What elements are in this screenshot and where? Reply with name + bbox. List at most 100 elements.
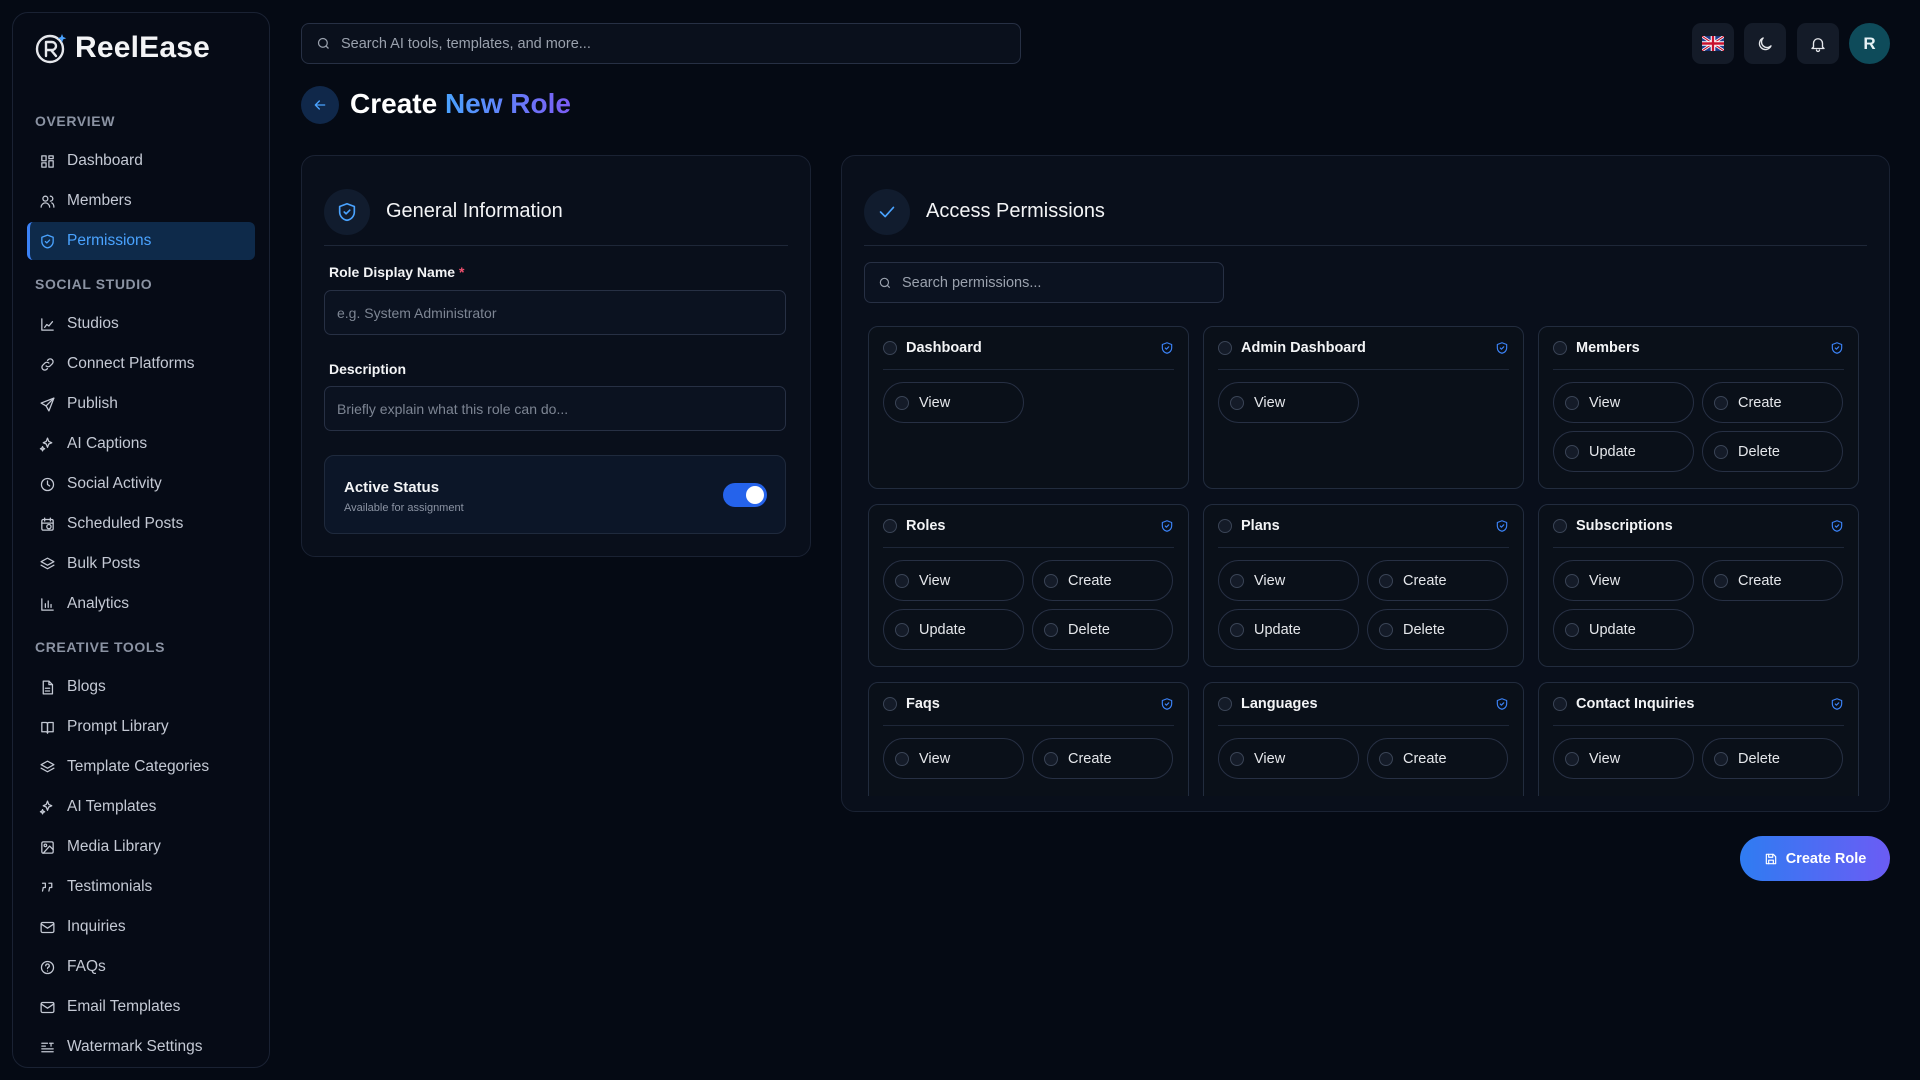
permission-group-name: Admin Dashboard	[1241, 340, 1366, 356]
permission-radio[interactable]	[1379, 751, 1393, 766]
access-permissions-header: Access Permissions	[864, 178, 1867, 246]
permission-faqs-create[interactable]: Create	[1032, 738, 1173, 779]
permission-radio[interactable]	[1230, 395, 1244, 410]
image-icon	[41, 840, 54, 854]
permission-radio[interactable]	[1714, 751, 1728, 766]
permission-group-name: Dashboard	[906, 340, 982, 356]
moon-icon	[1758, 36, 1772, 50]
permission-radio[interactable]	[1714, 573, 1728, 588]
group-select-radio[interactable]	[883, 341, 897, 355]
language-button[interactable]	[1692, 23, 1734, 64]
permission-plans-create[interactable]: Create	[1367, 560, 1508, 601]
permission-radio[interactable]	[895, 573, 909, 588]
permission-languages-view[interactable]: View	[1218, 738, 1359, 779]
permission-contact-inquiries-view[interactable]: View	[1553, 738, 1694, 779]
group-select-radio[interactable]	[1218, 519, 1232, 533]
description-input[interactable]	[324, 386, 786, 431]
permission-radio[interactable]	[1044, 751, 1058, 766]
permission-plans-view[interactable]: View	[1218, 560, 1359, 601]
permission-radio[interactable]	[895, 395, 909, 410]
permission-roles-view[interactable]: View	[883, 560, 1024, 601]
permission-radio[interactable]	[1230, 573, 1244, 588]
permission-faqs-view[interactable]: View	[883, 738, 1024, 779]
permission-plans-update[interactable]: Update	[1218, 609, 1359, 650]
check-icon	[879, 206, 895, 217]
sidebar-item-dashboard[interactable]: Dashboard	[27, 142, 255, 180]
group-select-radio[interactable]	[1553, 519, 1567, 533]
sidebar-item-email-templates[interactable]: Email Templates	[27, 988, 255, 1026]
permission-radio[interactable]	[1230, 622, 1244, 637]
sidebar-item-analytics[interactable]: Analytics	[27, 585, 255, 623]
sidebar-item-studios[interactable]: Studios	[27, 305, 255, 343]
permission-radio[interactable]	[1379, 622, 1393, 637]
permission-roles-delete[interactable]: Delete	[1032, 609, 1173, 650]
permission-subscriptions-update[interactable]: Update	[1553, 609, 1694, 650]
sidebar-item-ai-captions[interactable]: AI Captions	[27, 425, 255, 463]
permission-roles-update[interactable]: Update	[883, 609, 1024, 650]
sidebar-item-label: Dashboard	[67, 152, 143, 169]
permission-admin-dashboard-view[interactable]: View	[1218, 382, 1359, 423]
permission-radio[interactable]	[1565, 395, 1579, 410]
permission-subscriptions-create[interactable]: Create	[1702, 560, 1843, 601]
notifications-button[interactable]	[1797, 23, 1839, 64]
permission-dashboard-view[interactable]: View	[883, 382, 1024, 423]
active-status-toggle[interactable]	[723, 483, 767, 507]
group-select-radio[interactable]	[883, 519, 897, 533]
permission-radio[interactable]	[1565, 622, 1579, 637]
theme-toggle-button[interactable]	[1744, 23, 1786, 64]
sidebar-item-inquiries[interactable]: Inquiries	[27, 908, 255, 946]
group-select-radio[interactable]	[1553, 341, 1567, 355]
permission-subscriptions-view[interactable]: View	[1553, 560, 1694, 601]
permission-radio[interactable]	[1714, 395, 1728, 410]
permission-radio[interactable]	[1565, 751, 1579, 766]
permission-members-update[interactable]: Update	[1553, 431, 1694, 472]
sidebar-item-members[interactable]: Members	[27, 182, 255, 220]
sidebar-item-faqs[interactable]: FAQs	[27, 948, 255, 986]
back-button[interactable]	[301, 86, 339, 124]
permissions-search[interactable]	[864, 262, 1224, 303]
sidebar-item-scheduled-posts[interactable]: Scheduled Posts	[27, 505, 255, 543]
permission-members-delete[interactable]: Delete	[1702, 431, 1843, 472]
sidebar-item-blogs[interactable]: Blogs	[27, 668, 255, 706]
permission-radio[interactable]	[895, 751, 909, 766]
sidebar-item-watermark-settings[interactable]: Watermark Settings	[27, 1028, 255, 1066]
permission-radio[interactable]	[1565, 573, 1579, 588]
permissions-search-input[interactable]	[902, 274, 1222, 291]
group-select-radio[interactable]	[1218, 697, 1232, 711]
sidebar-item-connect-platforms[interactable]: Connect Platforms	[27, 345, 255, 383]
permission-roles-create[interactable]: Create	[1032, 560, 1173, 601]
permission-languages-create[interactable]: Create	[1367, 738, 1508, 779]
permission-radio[interactable]	[1044, 573, 1058, 588]
permission-radio[interactable]	[1044, 622, 1058, 637]
sidebar-item-label: Template Categories	[67, 758, 210, 775]
group-select-radio[interactable]	[883, 697, 897, 711]
permission-action-label: Delete	[1738, 443, 1780, 460]
create-role-button[interactable]: Create Role	[1740, 836, 1890, 881]
sidebar-item-ai-templates[interactable]: AI Templates	[27, 788, 255, 826]
permission-contact-inquiries-delete[interactable]: Delete	[1702, 738, 1843, 779]
sidebar-item-testimonials[interactable]: Testimonials	[27, 868, 255, 906]
global-search[interactable]	[301, 23, 1021, 64]
permission-radio[interactable]	[1230, 751, 1244, 766]
app-logo[interactable]: ReelEase	[35, 31, 210, 65]
permission-radio[interactable]	[1379, 573, 1393, 588]
group-select-radio[interactable]	[1553, 697, 1567, 711]
sidebar-item-media-library[interactable]: Media Library	[27, 828, 255, 866]
sidebar-item-publish[interactable]: Publish	[27, 385, 255, 423]
permission-radio[interactable]	[1714, 444, 1728, 459]
sidebar-item-template-categories[interactable]: Template Categories	[27, 748, 255, 786]
permission-radio[interactable]	[895, 622, 909, 637]
permission-members-create[interactable]: Create	[1702, 382, 1843, 423]
global-search-input[interactable]	[341, 35, 981, 52]
permission-radio[interactable]	[1565, 444, 1579, 459]
role-name-input[interactable]	[324, 290, 786, 335]
sidebar-item-social-activity[interactable]: Social Activity	[27, 465, 255, 503]
sidebar-item-bulk-posts[interactable]: Bulk Posts	[27, 545, 255, 583]
sidebar-item-permissions[interactable]: Permissions	[27, 222, 255, 260]
group-select-radio[interactable]	[1218, 341, 1232, 355]
permission-plans-delete[interactable]: Delete	[1367, 609, 1508, 650]
sidebar-item-label: Scheduled Posts	[67, 515, 184, 532]
user-avatar[interactable]: R	[1849, 23, 1890, 64]
sidebar-item-prompt-library[interactable]: Prompt Library	[27, 708, 255, 746]
permission-members-view[interactable]: View	[1553, 382, 1694, 423]
